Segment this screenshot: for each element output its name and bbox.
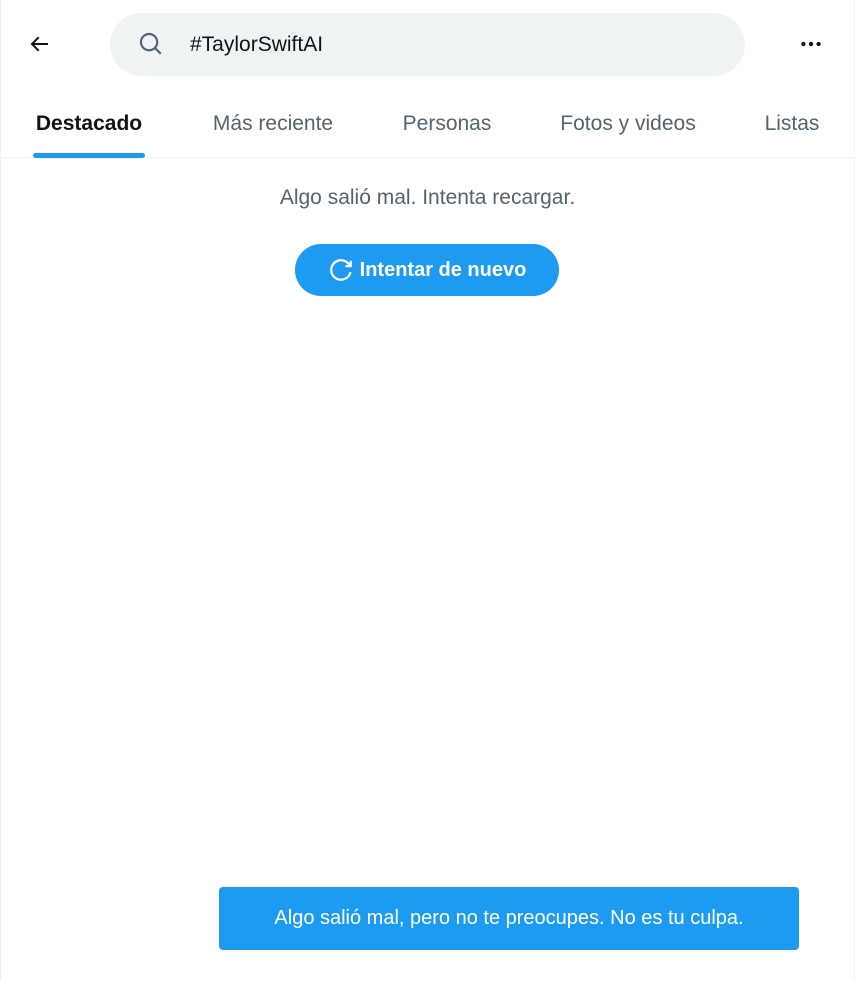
more-button[interactable] [791,26,831,66]
tab-destacado[interactable]: Destacado [33,90,145,158]
error-message: Algo salió mal. Intenta recargar. [279,186,576,209]
retry-label: Intentar de nuevo [359,258,527,281]
search-page: Destacado Más reciente Personas Fotos y … [0,0,855,981]
tab-label: Fotos y videos [560,112,696,135]
refresh-icon [328,257,354,283]
search-box[interactable] [110,13,745,76]
retry-button[interactable]: Intentar de nuevo [295,244,559,296]
tab-label: Destacado [35,112,143,135]
header [1,0,854,90]
search-tabs: Destacado Más reciente Personas Fotos y … [1,90,854,158]
back-button[interactable] [19,26,59,66]
search-icon [138,31,164,57]
tab-listas[interactable]: Listas [762,90,822,158]
tab-label: Listas [764,112,820,135]
tab-mas-reciente[interactable]: Más reciente [208,90,338,158]
tab-label: Personas [402,112,492,135]
tab-fotos-y-videos[interactable]: Fotos y videos [556,90,700,158]
more-horizontal-icon [798,31,824,62]
search-input[interactable] [190,13,710,76]
tab-label: Más reciente [212,112,334,135]
toast-message: Algo salió mal, pero no te preocupes. No… [274,907,744,929]
tab-personas[interactable]: Personas [400,90,494,158]
active-tab-indicator [33,153,145,158]
arrow-left-icon [27,32,51,61]
error-toast: Algo salió mal, pero no te preocupes. No… [219,887,799,950]
